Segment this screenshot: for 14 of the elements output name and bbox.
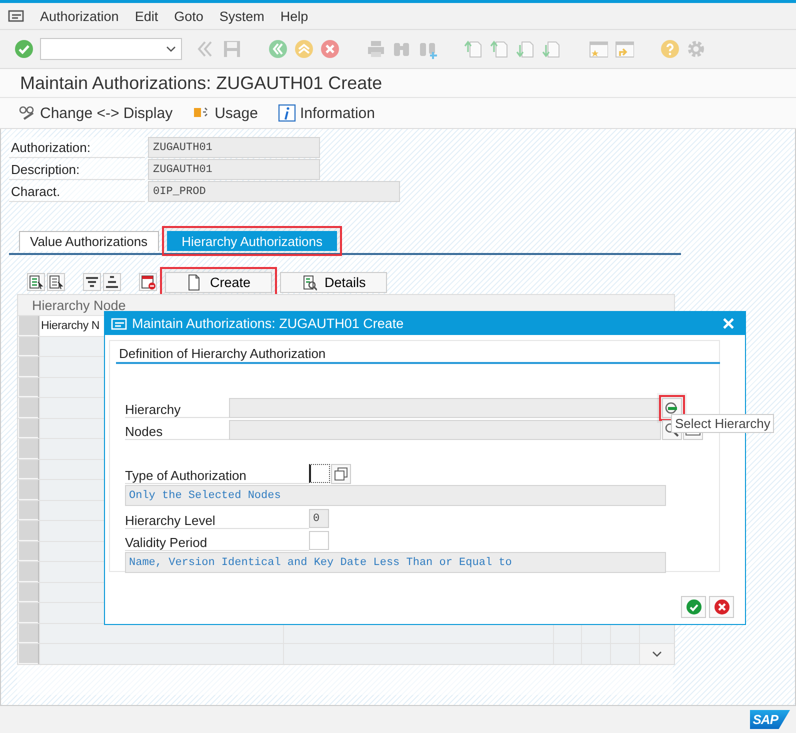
field-label: Type of Authorization (125, 463, 309, 484)
field-label: Charact. (9, 181, 145, 202)
field-text: Only the Selected Nodes (125, 485, 666, 506)
tooltip: Select Hierarchy (671, 414, 774, 432)
field-label: Description: (9, 159, 145, 180)
dialog-title: Maintain Authorizations: ZUGAUTH01 Create (132, 316, 405, 331)
field-label: Validity Period (125, 530, 309, 551)
field-label: Authorization: (9, 137, 145, 158)
column-header: Hierarchy N (41, 320, 100, 332)
group-title: Definition of Hierarchy Authorization (116, 341, 720, 364)
field-text: Name, Version Identical and Key Date Less Than or Equal to (125, 552, 666, 573)
field-label: Hierarchy Level (125, 508, 309, 529)
sap-logo: SAP (750, 710, 790, 729)
page-title: Maintain Authorizations: ZUGAUTH01 Create (0, 69, 796, 98)
